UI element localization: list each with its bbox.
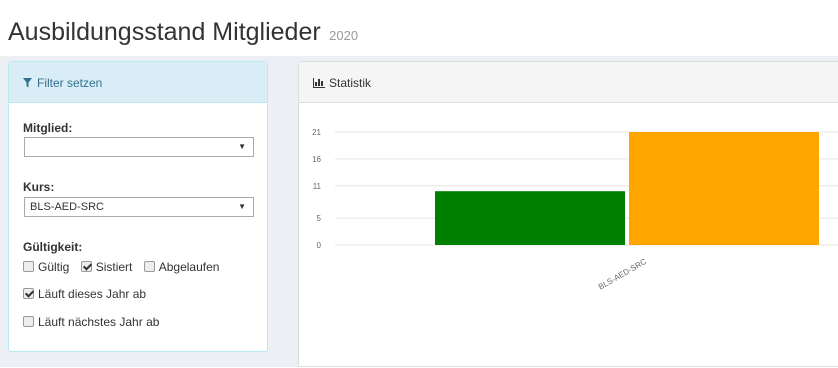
y-tick-label: 16 [312, 155, 321, 164]
kurs-label: Kurs: [23, 180, 55, 194]
checkbox-laeuft-dieses-jahr[interactable]: Läuft dieses Jahr ab [23, 287, 146, 301]
y-tick-label: 21 [312, 128, 321, 137]
checkbox-laeuft-dieses-jahr-label: Läuft dieses Jahr ab [38, 287, 147, 301]
checkbox-abgelaufen[interactable]: Abgelaufen [143, 260, 220, 274]
y-tick-label: 0 [317, 241, 322, 250]
x-tick-label: BLS-AED-SRC [597, 257, 648, 292]
dropdown-arrow-icon: ▼ [238, 142, 246, 151]
bar[interactable] [629, 132, 819, 245]
checkbox-sistiert[interactable]: Sistiert [80, 260, 133, 274]
checkbox-gueltig[interactable]: Gültig [23, 260, 69, 274]
title-row: Ausbildungsstand Mitglieder 2020 [8, 18, 358, 50]
checkbox-box[interactable] [143, 261, 155, 272]
bar[interactable] [435, 191, 625, 245]
page-title: Ausbildungsstand Mitglieder [8, 18, 321, 46]
checkbox-gueltig-label: Gültig [38, 260, 70, 274]
filter-panel-title: Filter setzen [37, 76, 103, 90]
page: Ausbildungsstand Mitglieder 2020 Filter … [0, 0, 838, 367]
mitglied-label: Mitglied: [23, 121, 73, 135]
checkbox-laeuft-naechstes-jahr[interactable]: Läuft nächstes Jahr ab [23, 315, 159, 329]
checkbox-box[interactable] [80, 261, 92, 272]
y-tick-label: 11 [313, 182, 322, 191]
checkbox-box[interactable] [23, 261, 34, 272]
kurs-select-value: BLS-AED-SRC [30, 201, 104, 213]
checkbox-box[interactable] [23, 316, 34, 327]
checkbox-abgelaufen-label: Abgelaufen [158, 260, 220, 274]
statistik-chart: 0 5 11 16 21 BLS-AED-SRC [312, 128, 838, 292]
checkbox-sistiert-label: Sistiert [95, 260, 133, 274]
checkbox-laeuft-naechstes-jahr-label: Läuft nächstes Jahr ab [38, 315, 160, 329]
kurs-select[interactable]: BLS-AED-SRC ▼ [24, 197, 254, 217]
filter-panel: Filter setzen Mitglied: ▼ Kurs: BLS-AED-… [8, 61, 268, 352]
gueltigkeit-options: Gültig Sistiert Abgelaufen [23, 260, 227, 274]
dropdown-arrow-icon: ▼ [238, 202, 246, 211]
filter-panel-header[interactable]: Filter setzen [9, 62, 267, 103]
mitglied-select[interactable]: ▼ [24, 137, 254, 157]
page-year: 2020 [329, 28, 359, 43]
gueltigkeit-label: Gültigkeit: [23, 240, 83, 254]
y-tick-label: 5 [317, 214, 322, 223]
statistik-panel: Statistik 0 5 11 16 21 BLS-AED-SRC [298, 61, 838, 367]
checkbox-box[interactable] [23, 288, 34, 299]
filter-icon [23, 77, 32, 91]
